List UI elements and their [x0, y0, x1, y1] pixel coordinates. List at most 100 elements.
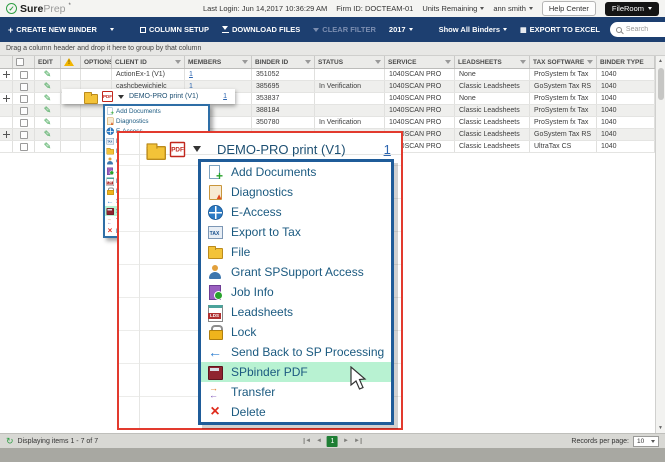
filter-icon[interactable]: [305, 60, 311, 64]
scroll-up-icon[interactable]: ▲: [656, 58, 665, 64]
menu-item-send-back-to-sp-processing[interactable]: Send Back to SP Processing: [201, 342, 391, 362]
column-header-service[interactable]: SERVICE: [385, 56, 455, 68]
row-drag-handle[interactable]: [3, 71, 10, 78]
year-dropdown[interactable]: 2017: [389, 25, 413, 34]
filter-icon[interactable]: [520, 60, 526, 64]
menu-item-file[interactable]: File: [201, 242, 391, 262]
row-actions-caret-icon[interactable]: [118, 95, 124, 99]
filter-icon[interactable]: [242, 60, 248, 64]
menu-item-job-info[interactable]: Job Info: [201, 282, 391, 302]
search-box[interactable]: [610, 22, 665, 37]
column-setup-button[interactable]: COLUMN SETUP: [140, 25, 209, 34]
row-checkbox[interactable]: [20, 131, 28, 139]
menu-item-diagnostics[interactable]: Diagnostics: [201, 182, 391, 202]
column-header-warning[interactable]: [61, 56, 81, 68]
edit-icon[interactable]: ✎: [44, 118, 52, 127]
menu-item-label: Job Info: [231, 285, 274, 299]
binder-row-popup[interactable]: DEMO-PRO print (V1) 1: [62, 89, 235, 104]
create-new-binder-button[interactable]: + CREATE NEW BINDER: [8, 25, 97, 35]
pdf-icon[interactable]: [102, 91, 113, 102]
help-center-button[interactable]: Help Center: [542, 1, 596, 16]
last-page-button[interactable]: ►: [354, 438, 362, 444]
next-page-button[interactable]: ►: [343, 438, 349, 444]
folder-icon[interactable]: [84, 91, 97, 102]
export-to-excel-button[interactable]: ▦ EXPORT TO EXCEL: [520, 25, 600, 34]
fileroom-button[interactable]: FileRoom: [605, 2, 659, 16]
clear-filter-button[interactable]: CLEAR FILTER: [313, 25, 376, 34]
table-row[interactable]: ✎ActionEx-1 (V1)13510521040SCAN PRONoneP…: [0, 69, 655, 81]
column-header-edit[interactable]: EDIT: [35, 56, 61, 68]
cell-binder_type: 1040: [597, 69, 655, 80]
filter-icon[interactable]: [445, 60, 451, 64]
edit-icon[interactable]: ✎: [44, 130, 52, 139]
scrollbar-thumb[interactable]: [658, 68, 664, 100]
table-row[interactable]: ✎350780In Verification1040SCAN PROClassi…: [0, 117, 655, 129]
download-files-button[interactable]: DOWNLOAD FILES: [222, 25, 300, 34]
vertical-scrollbar[interactable]: ▲ ▼: [655, 56, 665, 433]
filter-icon[interactable]: [375, 60, 381, 64]
menu-item-leadsheets[interactable]: Leadsheets: [201, 302, 391, 322]
column-header-leadsheets[interactable]: LEADSHEETS: [455, 56, 530, 68]
edit-icon[interactable]: ✎: [44, 94, 52, 103]
column-header-binder_type[interactable]: BINDER TYPE: [597, 56, 655, 68]
members-link[interactable]: 1: [189, 71, 193, 78]
menu-item-lock[interactable]: Lock: [201, 322, 391, 342]
edit-icon[interactable]: ✎: [44, 82, 52, 91]
column-header-binder_id[interactable]: BINDER ID: [252, 56, 315, 68]
row-checkbox[interactable]: [20, 71, 28, 79]
row-drag-handle[interactable]: [3, 95, 10, 102]
column-header-status[interactable]: STATUS: [315, 56, 385, 68]
user-menu[interactable]: ann smith: [493, 4, 533, 13]
pager-bar: ↻ Displaying items 1 - 7 of 7 ◄ ◄ 1 ► ► …: [0, 433, 665, 448]
filter-icon[interactable]: [175, 60, 181, 64]
cell-leadsheets: Classic Leadsheets: [455, 105, 530, 116]
spbinder-pdf-icon: [207, 364, 223, 380]
menu-item-delete[interactable]: Delete: [201, 402, 391, 422]
column-header-options[interactable]: OPTIONS: [81, 56, 112, 68]
cell-tax_software: ProSystem fx Tax: [530, 117, 597, 128]
row-checkbox[interactable]: [20, 143, 28, 151]
menu-item-diagnostics[interactable]: Diagnostics: [105, 116, 208, 126]
create-binder-dropdown-caret[interactable]: [110, 28, 114, 31]
select-all-checkbox[interactable]: [16, 58, 24, 66]
cell-status: [315, 93, 385, 104]
scroll-down-icon[interactable]: ▼: [656, 425, 665, 431]
cell-binder_type: 1040: [597, 129, 655, 140]
edit-icon[interactable]: ✎: [44, 70, 52, 79]
column-header-members[interactable]: MEMBERS: [185, 56, 252, 68]
popup-members-link[interactable]: 1: [223, 93, 227, 100]
records-per-page-select[interactable]: 10: [633, 436, 659, 447]
column-header-select[interactable]: [13, 56, 35, 68]
prev-page-button[interactable]: ◄: [316, 438, 322, 444]
current-page-badge[interactable]: 1: [327, 436, 338, 447]
callout-members-link: 1: [384, 142, 391, 157]
first-page-button[interactable]: ◄: [303, 438, 311, 444]
units-remaining-dropdown[interactable]: Units Remaining: [422, 4, 484, 13]
group-by-bar[interactable]: Drag a column header and drop it here to…: [0, 42, 665, 56]
brand-registered-mark: *: [69, 3, 71, 9]
menu-item-e-access[interactable]: E-Access: [201, 202, 391, 222]
menu-item-add-documents[interactable]: Add Documents: [201, 162, 391, 182]
transfer-icon: [106, 217, 114, 225]
job-info-icon: [207, 284, 223, 300]
menu-item-export-to-tax[interactable]: Export to Tax: [201, 222, 391, 242]
row-drag-handle[interactable]: [3, 131, 10, 138]
filter-icon[interactable]: [587, 60, 593, 64]
edit-icon[interactable]: ✎: [44, 142, 52, 151]
column-header-client_id[interactable]: CLIENT ID: [112, 56, 185, 68]
row-checkbox[interactable]: [20, 107, 28, 115]
menu-item-label: Lock: [231, 325, 256, 339]
cell-binder_type: 1040: [597, 117, 655, 128]
column-header-tax_software[interactable]: TAX SOFTWARE: [530, 56, 597, 68]
column-header-drag[interactable]: [0, 56, 13, 68]
row-checkbox[interactable]: [20, 95, 28, 103]
row-checkbox[interactable]: [20, 119, 28, 127]
edit-icon[interactable]: ✎: [44, 106, 52, 115]
menu-item-add-documents[interactable]: Add Documents: [105, 106, 208, 116]
menu-item-grant-spsupport-access[interactable]: Grant SPSupport Access: [201, 262, 391, 282]
show-all-binders-dropdown[interactable]: Show All Binders: [439, 25, 507, 34]
row-checkbox[interactable]: [20, 83, 28, 91]
table-row[interactable]: ✎3881841040SCAN PROClassic LeadsheetsPro…: [0, 105, 655, 117]
refresh-icon[interactable]: ↻: [6, 437, 14, 446]
search-input[interactable]: [626, 26, 665, 33]
